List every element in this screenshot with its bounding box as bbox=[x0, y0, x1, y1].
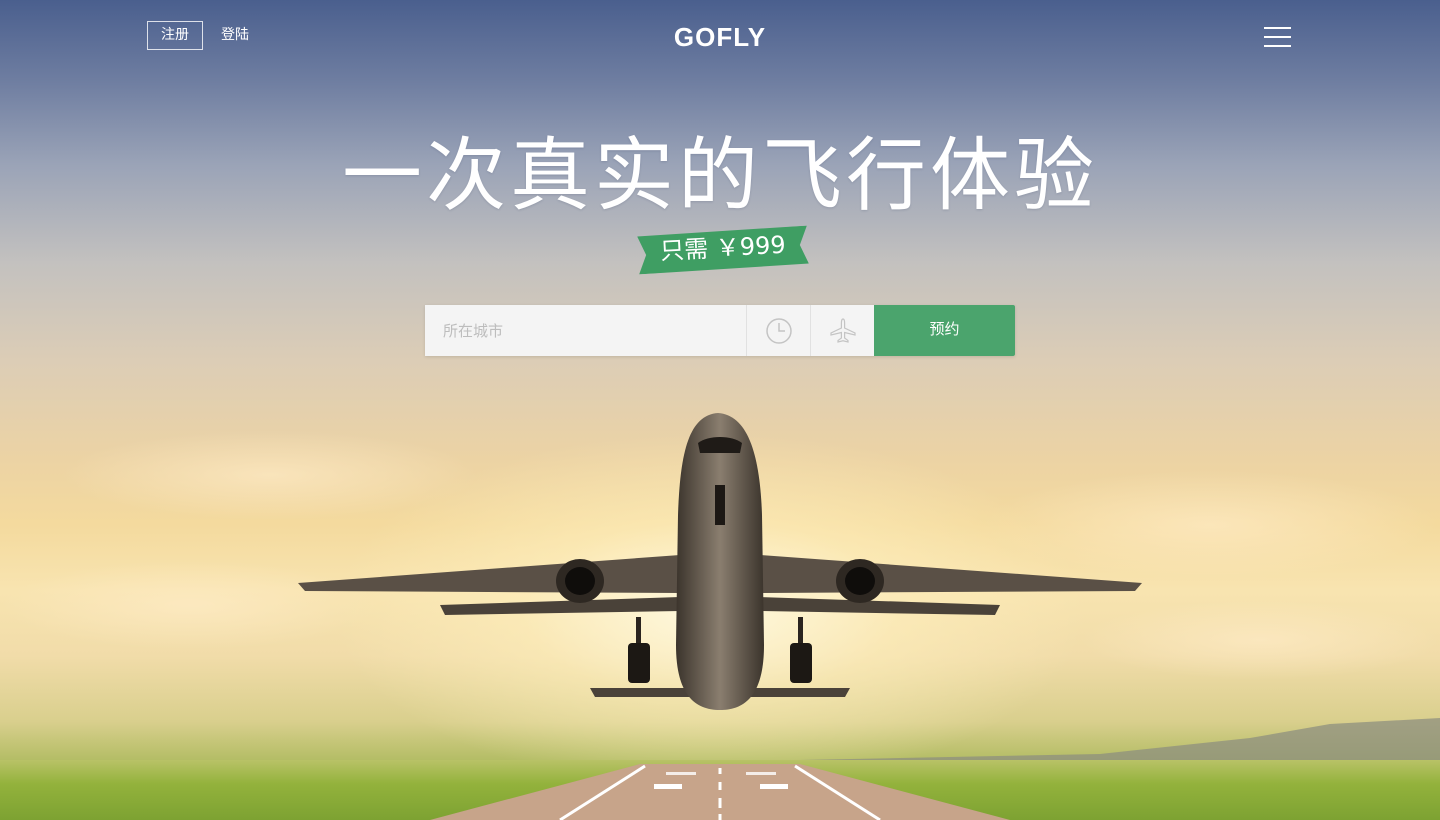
hero-title: 一次真实的飞行体验 bbox=[342, 129, 1098, 222]
time-picker-button[interactable] bbox=[746, 305, 810, 356]
menu-bar bbox=[1264, 45, 1291, 47]
menu-bar bbox=[1264, 36, 1291, 38]
site-logo[interactable]: GOFLY bbox=[640, 22, 800, 53]
airplane-icon bbox=[830, 318, 856, 343]
book-button[interactable]: 预约 bbox=[874, 305, 1015, 356]
runway bbox=[430, 764, 1010, 820]
login-link[interactable]: 登陆 bbox=[221, 21, 249, 50]
register-button[interactable]: 注册 bbox=[147, 21, 203, 50]
hamburger-menu-icon[interactable] bbox=[1264, 26, 1291, 47]
flight-select-button[interactable] bbox=[810, 305, 874, 356]
airplane-illustration bbox=[298, 413, 1142, 710]
city-input[interactable] bbox=[425, 305, 746, 356]
menu-bar bbox=[1264, 27, 1291, 29]
hero-background bbox=[0, 0, 1440, 820]
booking-bar: 预约 bbox=[425, 305, 1015, 356]
top-navigation-bar: 注册 登陆 GOFLY bbox=[0, 0, 1440, 75]
clock-icon bbox=[766, 318, 792, 344]
